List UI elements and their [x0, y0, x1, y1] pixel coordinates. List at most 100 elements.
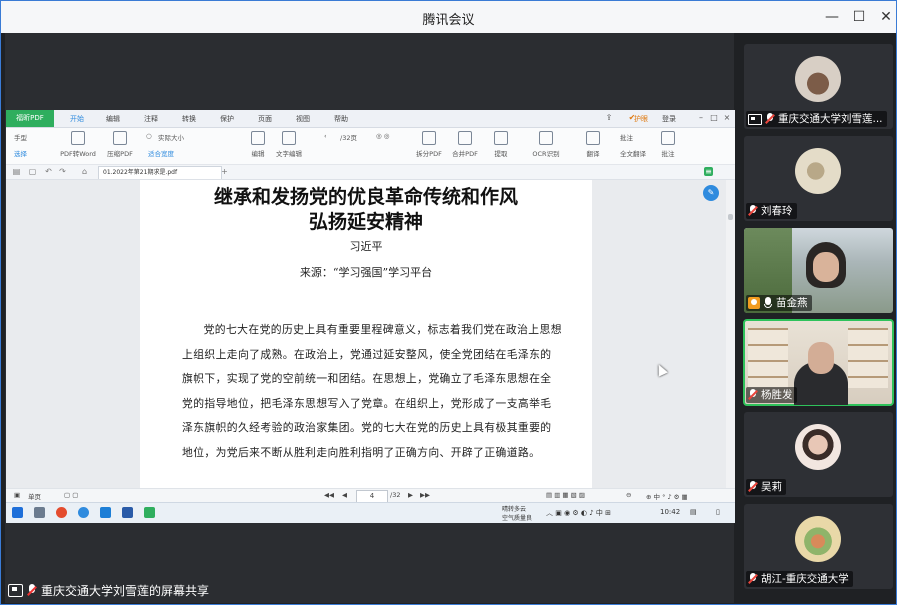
redo-icon[interactable]: ↷	[58, 167, 67, 176]
menu-help[interactable]: 帮助	[334, 114, 348, 124]
clock: 10:42	[660, 508, 681, 516]
pdf-app-name[interactable]: 福昕PDF	[6, 110, 54, 127]
menu-page[interactable]: 页面	[258, 114, 272, 124]
menu-view[interactable]: 视图	[296, 114, 310, 124]
full-translate-button[interactable]: 全文翻译	[620, 148, 646, 158]
screen-share-label: 重庆交通大学刘雪莲的屏幕共享	[8, 580, 209, 600]
participant-name: 刘春玲	[761, 205, 793, 217]
minimize-button[interactable]: —	[821, 6, 843, 28]
split-icon	[422, 131, 436, 145]
pdf-close-icon[interactable]: ×	[722, 113, 732, 123]
add-tab-icon[interactable]: +	[220, 167, 229, 176]
translate-button[interactable]: 翻译	[582, 131, 604, 158]
participant-tile[interactable]: 吴莉	[744, 412, 893, 497]
participant-tile[interactable]: 重庆交通大学刘雪莲...	[744, 44, 893, 129]
qq-browser-icon[interactable]	[78, 507, 89, 518]
start-icon[interactable]	[12, 507, 23, 518]
zoom-out-icon[interactable]: ⊖	[626, 491, 631, 499]
tray-icons[interactable]: ︿ ▣ ◉ ⚙ ◐ ♪ 中 ⊞	[546, 508, 611, 518]
save-icon[interactable]: ▢	[28, 167, 37, 176]
pdf-maximize-icon[interactable]: □	[709, 113, 719, 123]
edit-button[interactable]: 编辑	[246, 131, 270, 158]
batch-button[interactable]: 批注	[620, 132, 633, 142]
fit-width-button[interactable]: 适合宽度	[148, 148, 174, 158]
merge-button[interactable]: 合并PDF	[450, 131, 480, 158]
comment-label: 批注	[661, 150, 675, 158]
participant-tile[interactable]: 胡江-重庆交通大学	[744, 504, 893, 589]
extract-icon	[494, 131, 508, 145]
extract-button[interactable]: 提取	[490, 131, 512, 158]
participant-tile[interactable]: 刘春玲	[744, 136, 893, 221]
menu-convert[interactable]: 转换	[182, 114, 196, 124]
split-label: 拆分PDF	[416, 150, 442, 158]
split-button[interactable]: 拆分PDF	[414, 131, 444, 158]
show-desktop-icon[interactable]: ▯	[716, 508, 720, 516]
document-tab[interactable]: 01.2022年第21期求是.pdf	[98, 166, 222, 179]
two-page-icon[interactable]: ▢ ▢	[64, 491, 78, 499]
browser-icon[interactable]	[56, 507, 67, 518]
menu-protect[interactable]: 保护	[220, 114, 234, 124]
bookshelf	[848, 328, 888, 388]
comment-button[interactable]: 批注	[658, 131, 678, 158]
scroll-thumb[interactable]	[728, 214, 733, 220]
hand-tool[interactable]: 手型	[14, 132, 27, 142]
article-title-line1: 继承和发扬党的优良革命传统和作风	[213, 186, 518, 208]
layout-icons[interactable]: ▤ ▥ ▦ ▧ ▨	[546, 491, 585, 499]
dark-mode-label[interactable]: 护眼	[634, 114, 648, 124]
pdf-minimize-icon[interactable]: –	[696, 113, 706, 123]
ocr-label: OCR识别	[532, 150, 560, 158]
compress-label: 压缩PDF	[107, 150, 133, 158]
word-app-icon[interactable]	[122, 507, 133, 518]
mic-muted-icon	[765, 113, 775, 125]
pdf-app-icon[interactable]	[144, 507, 155, 518]
page-count-label: /32页	[340, 134, 357, 142]
prev-page-button[interactable]: ◀	[342, 491, 347, 499]
participant-name: 杨胜发	[761, 389, 793, 401]
mic-on-icon	[763, 297, 773, 309]
zoom-icon[interactable]: ○	[146, 132, 152, 140]
participant-name-label: 吴莉	[746, 479, 786, 495]
pdf-status-bar: ▣ 单页 ▢ ▢ ◀◀ ◀ 4 /32 ▶ ▶▶ ▤ ▥ ▦ ▧ ▨ ⊖ ⊕ 中…	[6, 488, 735, 502]
participant-video-tile[interactable]: 苗金燕	[744, 228, 893, 313]
participant-name-label: 胡江-重庆交通大学	[746, 571, 853, 587]
vertical-scrollbar[interactable]	[726, 180, 735, 488]
page-number-input[interactable]: 4	[356, 490, 388, 502]
actual-size-button[interactable]: 实际大小	[158, 132, 184, 142]
notification-icon[interactable]: ▤	[690, 508, 697, 516]
undo-icon[interactable]: ↶	[44, 167, 53, 176]
next-page-button[interactable]: ▶	[408, 491, 413, 499]
meeting-icon[interactable]	[100, 507, 111, 518]
close-button[interactable]: ✕	[875, 6, 897, 28]
login-link[interactable]: 登录	[662, 114, 676, 124]
text-edit-button[interactable]: 文字编辑	[274, 131, 304, 158]
select-tool[interactable]: 选择	[14, 148, 27, 158]
compress-button[interactable]: 压缩PDF	[102, 131, 138, 158]
ai-assistant-icon[interactable]: ✎	[703, 185, 719, 201]
article-author: 习近平	[349, 240, 383, 253]
pdf-to-word-button[interactable]: PDF转Word	[58, 131, 98, 158]
tab-menu-icon[interactable]: ≡	[704, 167, 713, 176]
first-page-icon[interactable]: ◀◀	[324, 491, 334, 499]
ocr-button[interactable]: OCR识别	[526, 131, 566, 158]
share-icon[interactable]: ⇪	[604, 113, 614, 123]
avatar	[795, 56, 841, 102]
maximize-button[interactable]: ☐	[848, 6, 870, 28]
prev-page-icon[interactable]: ‹	[324, 132, 327, 140]
sidebar-toggle-icon[interactable]: ▣	[14, 491, 20, 499]
taskview-icon[interactable]	[34, 507, 45, 518]
print-icon[interactable]: ▤	[12, 167, 21, 176]
menu-start[interactable]: 开始	[70, 114, 84, 124]
mic-muted-icon	[748, 573, 758, 585]
view-mode-label[interactable]: 单页	[28, 491, 41, 501]
input-method-icons[interactable]: ⊕ 中 ° ♪ ⚙ ▦	[646, 491, 688, 501]
pdf-to-word-label: PDF转Word	[60, 150, 96, 158]
mic-muted-icon	[748, 205, 758, 217]
weather-line1: 晴转多云	[502, 506, 527, 513]
home-icon[interactable]: ⌂	[80, 167, 89, 176]
menu-edit[interactable]: 编辑	[106, 114, 120, 124]
nav-icons[interactable]: ◎ ◎	[376, 132, 389, 140]
last-page-icon[interactable]: ▶▶	[420, 491, 430, 499]
participant-video-tile-active[interactable]: 杨胜发	[743, 319, 894, 406]
merge-label: 合并PDF	[452, 150, 478, 158]
menu-annotate[interactable]: 注释	[144, 114, 158, 124]
